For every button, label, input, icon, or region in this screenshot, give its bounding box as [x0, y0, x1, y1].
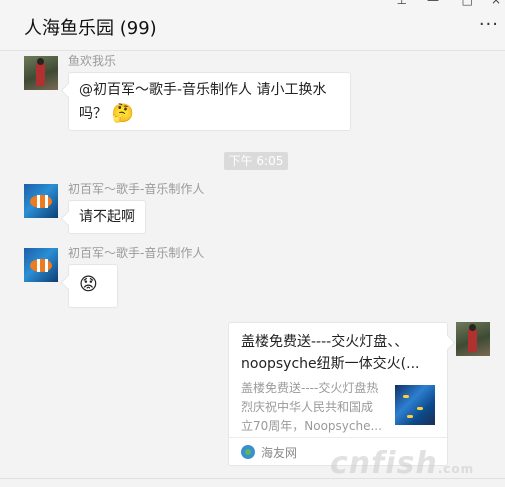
- thumb-fish: [407, 415, 413, 418]
- close-icon[interactable]: ×: [491, 0, 501, 6]
- maximize-icon[interactable]: □: [462, 0, 473, 6]
- more-options-icon[interactable]: ···: [479, 16, 499, 34]
- watermark-main: cnfish: [330, 446, 438, 481]
- watermark: cnfish.com: [330, 446, 474, 481]
- source-logo-icon: [241, 445, 255, 459]
- time-divider: 下午 6:05: [224, 152, 288, 170]
- avatar[interactable]: [24, 56, 58, 90]
- avatar[interactable]: [24, 248, 58, 282]
- link-card[interactable]: 盖楼免费送----交火灯盘、、noopsyche纽斯一体交火(... 盖楼免费送…: [228, 322, 448, 466]
- watermark-sub: .com: [437, 462, 475, 476]
- avatar-figure: [468, 328, 477, 352]
- thumb-fish: [403, 395, 409, 398]
- sender-name: 鱼欢我乐: [68, 54, 117, 68]
- fish-stripe: [37, 259, 40, 272]
- avatar-figure: [36, 62, 45, 86]
- sender-name: 初百军～歌手-音乐制作人: [68, 246, 205, 260]
- thumb-fish: [417, 407, 423, 410]
- avatar-head: [469, 324, 476, 331]
- sender-name: 初百军～歌手-音乐制作人: [68, 182, 205, 196]
- link-card-description: 盖楼免费送----交火灯盘热烈庆祝中华人民共和国成立70周年，Noopsyche…: [241, 381, 382, 433]
- link-card-thumbnail: [395, 385, 435, 425]
- link-card-title[interactable]: 盖楼免费送----交火灯盘、、noopsyche纽斯一体交火(...: [241, 331, 437, 375]
- message-bubble: 请不起啊: [68, 200, 146, 234]
- avatar[interactable]: [24, 184, 58, 218]
- fish-stripe: [45, 259, 48, 272]
- minimize-icon[interactable]: —: [427, 0, 439, 6]
- message-bubble: @初百军～歌手-音乐制作人 请小工换水吗？ 🤔: [68, 72, 351, 131]
- fish-body: [30, 195, 52, 208]
- avatar-head: [37, 58, 44, 65]
- thinking-face-icon: 🤔: [111, 103, 134, 124]
- chat-title: 人海鱼乐园 (99): [24, 18, 157, 39]
- fish-stripe: [37, 195, 40, 208]
- self-avatar[interactable]: [456, 322, 490, 356]
- message-bubble: 😟: [68, 264, 118, 308]
- fish-body: [30, 259, 52, 272]
- divider: [229, 437, 447, 438]
- fish-stripe: [45, 195, 48, 208]
- worried-face-icon: 😟: [79, 274, 98, 295]
- message-text: 请不起啊: [79, 209, 135, 225]
- chat-header: 人海鱼乐园 (99) ⊥ — □ × ···: [0, 0, 505, 51]
- link-card-source: 海友网: [261, 446, 298, 460]
- pin-icon[interactable]: ⊥: [397, 0, 407, 6]
